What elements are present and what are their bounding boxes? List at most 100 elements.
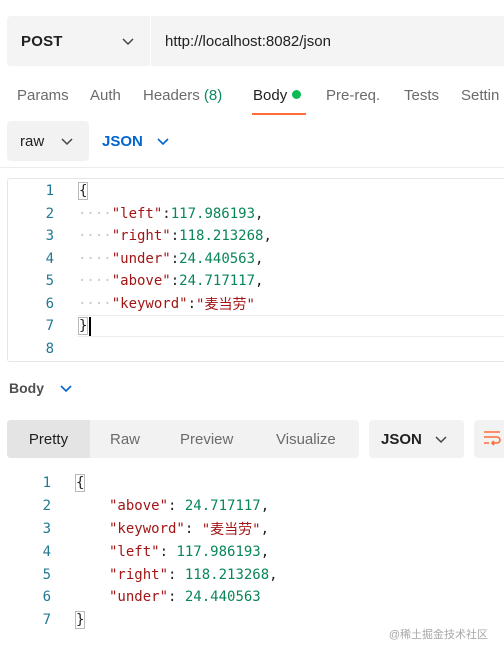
response-view-tabs: Pretty Raw Preview Visualize — [7, 420, 359, 458]
code-line: 2 "above": 24.717117, — [7, 495, 504, 518]
json-key: "above" — [109, 498, 169, 515]
body-options: raw JSON — [7, 121, 171, 161]
line-number: 7 — [42, 612, 51, 629]
json-key: "right" — [109, 566, 169, 583]
code-line: 5 "right": 118.213268, — [7, 563, 504, 586]
divider — [0, 167, 504, 168]
active-tab-underline — [252, 113, 306, 115]
method-label: POST — [21, 32, 63, 50]
json-value: 117.986193 — [170, 205, 256, 222]
line-number: 3 — [45, 228, 54, 245]
line-number: 4 — [42, 543, 51, 560]
line-number: 2 — [42, 498, 51, 515]
text-caret — [89, 316, 92, 336]
chevron-down-icon — [120, 33, 136, 49]
chevron-down-icon — [59, 133, 75, 149]
line-number: 7 — [45, 318, 54, 335]
editor-code: 1 { 2 ···· "left":117.986193, 3 ···· "righ… — [8, 180, 504, 360]
body-mode-select[interactable]: raw — [7, 121, 89, 161]
line-number: 4 — [45, 250, 54, 267]
code-line: 6 "under": 24.440563 — [7, 586, 504, 609]
line-number: 6 — [42, 589, 51, 606]
line-number: 5 — [45, 273, 54, 290]
view-tab-pretty[interactable]: Pretty — [7, 420, 90, 458]
code-line: 4 ···· "under":24.440563, — [8, 248, 504, 271]
indent-guide: ···· — [78, 273, 112, 290]
chevron-down-icon — [433, 431, 449, 447]
line-number: 6 — [45, 295, 54, 312]
line-number: 1 — [42, 475, 51, 492]
tab-headers[interactable]: Headers (8) — [143, 87, 222, 104]
code-line: 5 ···· "above":24.717117, — [8, 270, 504, 293]
line-number: 8 — [45, 340, 54, 357]
body-language-select[interactable]: JSON — [102, 133, 171, 150]
indent-guide: ···· — [78, 205, 112, 222]
close-brace: } — [75, 611, 86, 630]
json-value: 24.440563 — [179, 250, 256, 267]
body-language-label: JSON — [102, 132, 143, 150]
tab-tests[interactable]: Tests — [404, 87, 439, 104]
response-format-select[interactable]: JSON — [369, 420, 464, 458]
json-value: "麦当劳" — [196, 296, 255, 313]
view-tab-raw[interactable]: Raw — [110, 420, 140, 458]
response-format-label: JSON — [381, 430, 422, 448]
method-select[interactable]: POST — [7, 16, 151, 66]
line-number: 3 — [42, 520, 51, 537]
json-key: "under" — [109, 589, 169, 606]
json-value: "麦当劳" — [201, 521, 261, 538]
view-tab-visualize[interactable]: Visualize — [276, 420, 336, 458]
tab-auth[interactable]: Auth — [90, 87, 121, 104]
json-key: "keyword" — [109, 520, 185, 537]
tab-params[interactable]: Params — [17, 87, 69, 104]
headers-count-badge: (8) — [203, 87, 223, 104]
code-line: 4 "left": 117.986193, — [7, 540, 504, 563]
indent-guide: ···· — [78, 228, 112, 245]
wrap-lines-button[interactable] — [474, 420, 504, 458]
body-active-dot-icon — [292, 90, 302, 99]
chevron-down-icon — [58, 380, 74, 396]
wrap-lines-icon — [482, 428, 504, 451]
request-bar: POST http://localhost:8082/json — [7, 16, 504, 66]
chevron-down-icon — [155, 133, 171, 149]
view-tab-preview[interactable]: Preview — [180, 420, 233, 458]
response-body-toggle[interactable]: Body — [9, 380, 74, 396]
line-number: 1 — [45, 183, 54, 200]
open-brace: { — [75, 474, 86, 493]
json-value: 118.213268 — [179, 228, 264, 245]
code-line: 1 { — [8, 180, 504, 203]
tab-body-label: Body — [253, 87, 288, 104]
code-line: 3 ···· "right":118.213268, — [8, 225, 504, 248]
json-value: 24.440563 — [184, 589, 261, 606]
url-input[interactable]: http://localhost:8082/json — [151, 33, 331, 50]
body-mode-label: raw — [20, 132, 45, 150]
close-brace: } — [78, 317, 89, 336]
json-value: 24.717117 — [184, 498, 261, 515]
request-tabs: Params Auth Headers (8) Body Pre-req. Te… — [0, 80, 504, 116]
code-line: 1 { — [7, 472, 504, 495]
indent-guide: ···· — [78, 250, 112, 267]
tab-settings[interactable]: Settin — [461, 87, 499, 104]
code-line: 3 "keyword": "麦当劳", — [7, 518, 504, 541]
line-number: 2 — [45, 205, 54, 222]
json-value: 24.717117 — [179, 273, 256, 290]
indent-guide: ···· — [78, 295, 112, 312]
json-key: "above" — [111, 273, 171, 290]
open-brace: { — [78, 182, 89, 201]
response-title: Body — [9, 380, 44, 396]
code-line: 6 ···· "keyword": "麦当劳" — [8, 293, 504, 316]
watermark: @稀土掘金技术社区 — [388, 629, 488, 641]
code-line: 8 — [8, 338, 504, 361]
code-line: 7 } — [8, 315, 504, 338]
line-number: 5 — [42, 566, 51, 583]
response-body-viewer[interactable]: 1 { 2 "above": 24.717117, 3 "keyword": "… — [7, 472, 504, 632]
code-line: 2 ···· "left":117.986193, — [8, 203, 504, 226]
json-key: "left" — [111, 205, 163, 222]
json-key: "keyword" — [111, 295, 188, 312]
tab-body[interactable]: Body — [253, 87, 302, 104]
json-key: "under" — [111, 250, 171, 267]
tab-prerequest[interactable]: Pre-req. — [326, 87, 380, 104]
request-body-editor[interactable]: 1 { 2 ···· "left":117.986193, 3 ···· "righ… — [7, 178, 504, 362]
tab-headers-label: Headers — [143, 87, 200, 104]
json-key: "right" — [111, 228, 171, 245]
json-value: 118.213268 — [184, 566, 270, 583]
